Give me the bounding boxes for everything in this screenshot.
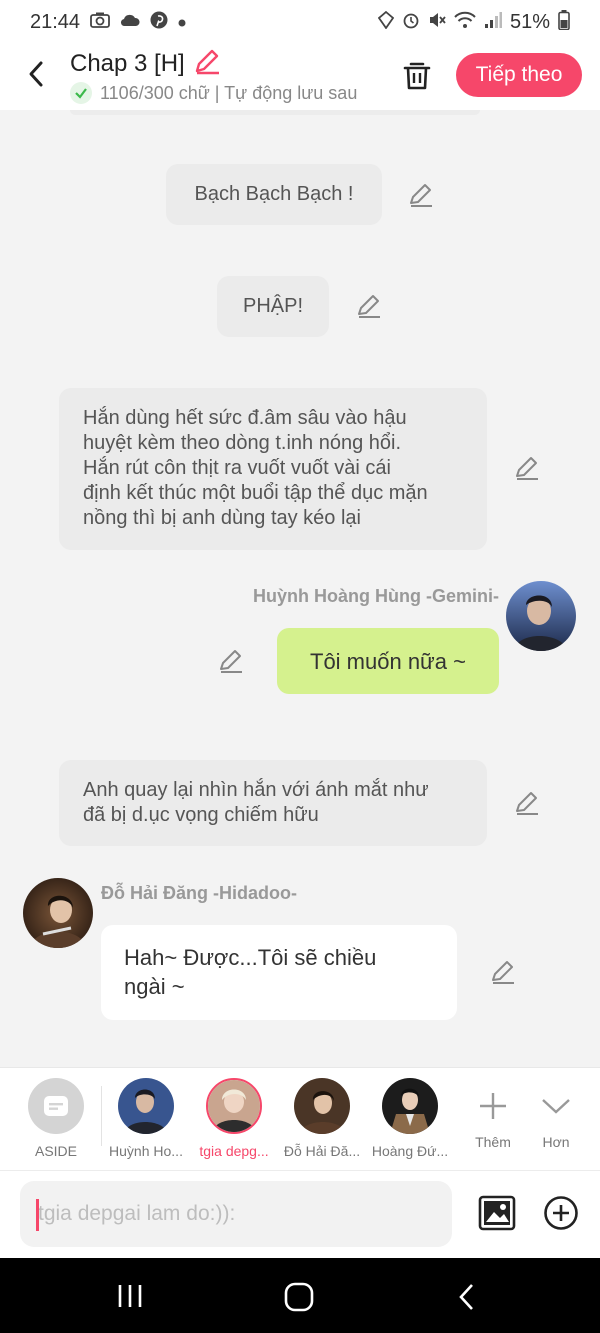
- message-line: Hắn dùng hết sức đ.âm sâu vào hậu: [83, 407, 407, 429]
- chapter-title: Chap 3 [H]: [70, 50, 185, 77]
- next-button[interactable]: Tiếp theo: [456, 53, 582, 97]
- dot-icon: [178, 12, 186, 32]
- narration-bubble[interactable]: Anh quay lại nhìn hắn với ánh mắt như đã…: [59, 760, 487, 846]
- message-line: Anh quay lại nhìn hắn với ánh mắt như: [83, 779, 429, 801]
- edit-title-icon[interactable]: [193, 47, 221, 82]
- battery-percent: 51%: [509, 10, 550, 33]
- character-label: Đỗ Hải Đă...: [283, 1143, 361, 1159]
- avatar: [118, 1078, 174, 1134]
- word-count-status: 1106/300 chữ | Tự động lưu sau: [100, 82, 358, 103]
- chevron-down-icon: [517, 1078, 595, 1134]
- editor-header: Chap 3 [H] 1106/300 chữ | Tự động lưu sa…: [0, 44, 600, 110]
- message-line: đã bị d.ục vọng chiếm hữu: [83, 804, 319, 826]
- system-navigation-bar: [0, 1258, 600, 1333]
- message-line: Hah~ Được...Tôi sẽ chiều: [124, 945, 377, 970]
- character-hoang-duc[interactable]: Hoàng Đứ...: [371, 1078, 449, 1159]
- signal-icon: [484, 11, 502, 34]
- alarm-icon: [402, 11, 420, 34]
- chapter-info: Chap 3 [H] 1106/300 chữ | Tự động lưu sa…: [70, 48, 390, 106]
- character-tgia[interactable]: tgia depg...: [195, 1078, 273, 1159]
- aside-icon: [28, 1078, 84, 1134]
- character-aside[interactable]: ASIDE: [17, 1078, 95, 1159]
- text-cursor: [36, 1199, 39, 1231]
- system-back-button[interactable]: [457, 1282, 477, 1317]
- back-arrow-icon: [459, 1284, 473, 1310]
- message-input-bar: [0, 1170, 600, 1258]
- avatar: [206, 1078, 262, 1134]
- back-button[interactable]: [18, 56, 54, 92]
- wifi-icon: [454, 11, 476, 34]
- add-button[interactable]: [543, 1195, 579, 1231]
- sender-name: Huỳnh Hoàng Hùng -Gemini-: [253, 586, 499, 606]
- message-text: PHẬP!: [242, 295, 304, 317]
- recent-apps-icon: [118, 1285, 142, 1307]
- edit-message-icon[interactable]: [514, 790, 540, 816]
- avatar: [294, 1078, 350, 1134]
- status-time: 21:44: [30, 10, 81, 33]
- narration-bubble[interactable]: Bạch Bạch Bạch !: [166, 164, 382, 225]
- home-icon: [284, 1282, 314, 1312]
- message-text: Bạch Bạch Bạch !: [194, 183, 354, 205]
- avatar[interactable]: [506, 581, 576, 651]
- more-button[interactable]: Hơn: [517, 1078, 595, 1150]
- saved-check-icon: [70, 82, 92, 104]
- chevron-left-icon: [29, 61, 43, 87]
- character-label: tgia depg...: [199, 1143, 269, 1159]
- image-button[interactable]: [478, 1195, 516, 1231]
- plus-circle-icon: [544, 1196, 578, 1230]
- pinterest-icon: [150, 11, 168, 34]
- character-do-hai-dang[interactable]: Đỗ Hải Đă...: [283, 1078, 361, 1159]
- message-line: định kết thúc một buổi tập thể dục mặn: [83, 482, 428, 504]
- character-label: Hoàng Đứ...: [371, 1143, 449, 1159]
- previous-message-edge: [70, 110, 480, 115]
- message-line: nồng thì bị anh dùng tay kéo lại: [83, 507, 361, 529]
- avatar: [382, 1078, 438, 1134]
- character-label: ASIDE: [34, 1143, 77, 1159]
- narration-bubble[interactable]: PHẬP!: [217, 276, 329, 337]
- battery-saver-icon: [377, 10, 395, 34]
- avatar[interactable]: [23, 878, 93, 948]
- edit-message-icon[interactable]: [218, 648, 244, 674]
- message-text: Tôi muốn nữa ~: [310, 648, 466, 674]
- message-line: huyệt kèm theo dòng t.inh nóng hổi.: [83, 432, 402, 454]
- recent-apps-button[interactable]: [116, 1282, 144, 1315]
- battery-icon: [558, 9, 570, 35]
- home-button[interactable]: [284, 1282, 314, 1317]
- message-input[interactable]: [20, 1181, 452, 1247]
- message-line: ngài ~: [124, 974, 185, 999]
- character-huynh[interactable]: Huỳnh Ho...: [107, 1078, 185, 1159]
- character-message-bubble[interactable]: Hah~ Được...Tôi sẽ chiều ngài ~: [101, 925, 457, 1020]
- status-bar: 21:44 51%: [0, 0, 600, 44]
- edit-message-icon[interactable]: [356, 293, 382, 319]
- trash-icon: [403, 62, 431, 90]
- image-icon: [478, 1195, 516, 1231]
- edit-message-icon[interactable]: [408, 182, 434, 208]
- mute-icon: [428, 11, 446, 34]
- chat-area[interactable]: Bạch Bạch Bạch ! PHẬP! Hắn dùng hết sức …: [0, 110, 600, 1067]
- delete-button[interactable]: [400, 58, 434, 92]
- character-label: Huỳnh Ho...: [109, 1143, 183, 1159]
- edit-message-icon[interactable]: [490, 959, 516, 985]
- character-selector: ASIDE Huỳnh Ho... tgia depg... Đỗ Hải Đă…: [0, 1067, 600, 1170]
- camera-icon: [90, 12, 110, 33]
- cloud-icon: [120, 12, 140, 32]
- message-line: Hắn rút côn thịt ra vuốt vuốt vài cái: [83, 457, 391, 479]
- character-label: Hơn: [542, 1134, 570, 1150]
- sender-name: Đỗ Hải Đăng -Hidadoo-: [101, 883, 297, 903]
- character-message-bubble[interactable]: Tôi muốn nữa ~: [277, 628, 499, 694]
- edit-message-icon[interactable]: [514, 455, 540, 481]
- divider: [101, 1086, 102, 1146]
- narration-bubble[interactable]: Hắn dùng hết sức đ.âm sâu vào hậu huyệt …: [59, 388, 487, 550]
